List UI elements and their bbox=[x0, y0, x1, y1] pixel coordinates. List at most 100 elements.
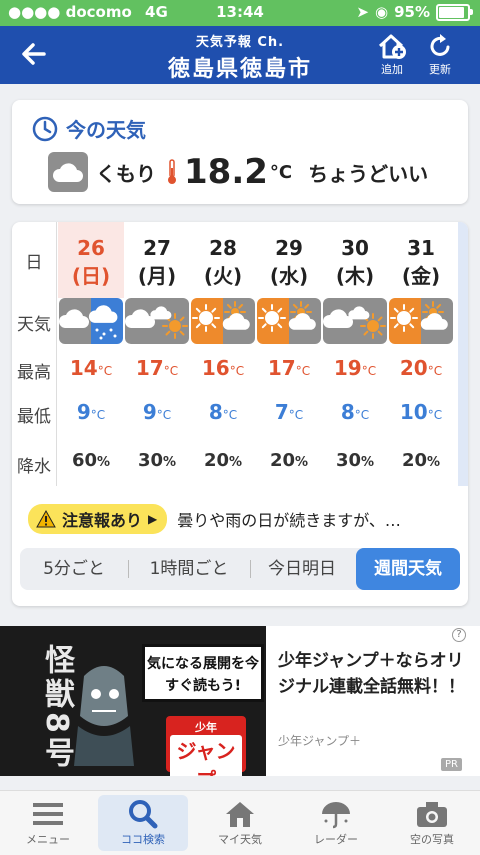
nav-my-weather-label: マイ天気 bbox=[218, 833, 262, 846]
monster-illustration bbox=[74, 666, 134, 766]
rain-unit: % bbox=[97, 455, 111, 470]
temp-unit: °C bbox=[427, 408, 443, 422]
low-temp: 8°C bbox=[322, 400, 388, 424]
day-header: 26 (日) bbox=[58, 222, 124, 298]
current-weather-card[interactable]: 今の天気 くもり 18.2 °C ちょうどいい bbox=[12, 100, 468, 204]
row-label-high: 最高 bbox=[17, 363, 51, 383]
low-temp-value: 7 bbox=[274, 400, 289, 424]
cloudy-sunny-icon bbox=[323, 298, 387, 344]
day-header: 30 (木) bbox=[322, 222, 388, 298]
nav-my-weather[interactable]: マイ天気 bbox=[192, 791, 288, 855]
home-icon bbox=[226, 802, 254, 827]
alert-row[interactable]: 注意報あり ▶ 曇りや雨の日が続きますが、… bbox=[28, 504, 401, 534]
day-weekday: (月) bbox=[137, 264, 177, 288]
high-temp-value: 20 bbox=[399, 356, 428, 380]
current-weather-row: くもり 18.2 °C ちょうどいい bbox=[48, 152, 428, 192]
temp-unit: °C bbox=[361, 364, 377, 378]
current-condition: くもり bbox=[96, 161, 156, 186]
day-header: 28 (火) bbox=[190, 222, 256, 298]
rain-chance-value: 20 bbox=[203, 450, 230, 471]
nav-search[interactable]: ココ検索 bbox=[98, 795, 188, 851]
nav-sky-photos-label: 空の写真 bbox=[410, 833, 454, 846]
home-add-icon bbox=[378, 34, 406, 59]
refresh-button[interactable]: 更新 bbox=[420, 32, 460, 77]
app-header: 天気予報 Ch. 徳島県徳島市 追加 更新 bbox=[0, 26, 480, 84]
day-date: 31 bbox=[407, 236, 435, 260]
pr-badge: PR bbox=[441, 758, 462, 771]
ad-text: 少年ジャンプ＋ならオリジナル連載全話無料！！ bbox=[278, 651, 465, 697]
row-label-low: 最低 bbox=[17, 407, 51, 427]
add-label: 追加 bbox=[381, 63, 403, 76]
tab-divider bbox=[128, 560, 129, 578]
temp-unit: °C bbox=[295, 364, 311, 378]
forecast-day-column[interactable]: 28 (火) 16°C 8 °C 20% bbox=[190, 222, 256, 486]
high-temp-value: 17 bbox=[135, 356, 164, 380]
sunny-cloudy-icon bbox=[389, 298, 453, 344]
day-date: 26 bbox=[77, 236, 105, 260]
rain-chance: 20% bbox=[256, 450, 322, 471]
low-temp: 7°C bbox=[256, 400, 322, 424]
rain-chance: 60% bbox=[58, 450, 124, 471]
tab-today-tomorrow[interactable]: 今日明日 bbox=[252, 548, 352, 590]
day-header: 27 (月) bbox=[124, 222, 190, 298]
high-temp-value: 17 bbox=[267, 356, 296, 380]
row-label-day: 日 bbox=[25, 253, 43, 273]
forecast-day-column[interactable]: 26 (日) 14°C 9°C 60% bbox=[58, 222, 124, 486]
nav-sky-photos[interactable]: 空の写真 bbox=[384, 791, 480, 855]
row-label-weather: 天気 bbox=[17, 315, 51, 335]
cloudy-icon bbox=[48, 152, 88, 192]
add-button[interactable]: 追加 bbox=[372, 32, 412, 77]
temp-unit: °C bbox=[427, 364, 443, 378]
logo-small-text: 少年 bbox=[195, 721, 217, 734]
day-weekday: (日) bbox=[71, 264, 111, 288]
refresh-icon bbox=[430, 34, 450, 56]
alert-badge[interactable]: 注意報あり ▶ bbox=[28, 504, 168, 534]
tab-hourly[interactable]: 1時間ごと bbox=[130, 548, 248, 590]
jump-plus-logo: 少年 ジャンプ bbox=[166, 716, 246, 776]
high-temp-value: 14 bbox=[69, 356, 98, 380]
low-temp-value: 8 bbox=[208, 400, 223, 424]
forecast-grid: 日 天気 最高 最低 降水 26 (日) 14°C 9°C 60% 27 (月) bbox=[12, 222, 468, 486]
forecast-tabs: 5分ごと 1時間ごと 今日明日 週間天気 bbox=[20, 548, 460, 590]
tab-5min[interactable]: 5分ごと bbox=[20, 548, 128, 590]
low-temp-value: 8 bbox=[340, 400, 355, 424]
cloudy-sunny-icon bbox=[125, 298, 189, 344]
high-temp: 16°C bbox=[190, 356, 256, 380]
advertisement-banner[interactable]: 怪獣8号 気になる展開を今すぐ読もう! 少年 ジャンプ 少年ジャンプ＋ならオリジ… bbox=[0, 626, 480, 776]
ad-info-icon[interactable]: ? bbox=[452, 628, 466, 642]
ad-manga-title: 怪獣8号 bbox=[39, 644, 74, 771]
temp-unit: °C bbox=[229, 364, 245, 378]
temp-unit: °C bbox=[288, 408, 304, 422]
high-temp-value: 19 bbox=[333, 356, 362, 380]
forecast-day-column[interactable]: 30 (木) 19°C 8°C 30% bbox=[322, 222, 388, 486]
current-weather-title: 今の天気 bbox=[32, 114, 146, 143]
bottom-navigation: メニュー ココ検索 マイ天気 レーダー 空の写真 bbox=[0, 790, 480, 855]
temp-unit: °C bbox=[163, 364, 179, 378]
low-temp-value: 10 bbox=[399, 400, 428, 424]
temp-unit: °C bbox=[156, 408, 172, 422]
tab-weekly[interactable]: 週間天気 bbox=[356, 548, 460, 590]
location-icon: ➤ bbox=[356, 3, 369, 21]
ad-source: 少年ジャンプ＋ bbox=[278, 734, 362, 748]
alert-text: 曇りや雨の日が続きますが、… bbox=[177, 511, 401, 530]
ad-image[interactable]: 怪獣8号 気になる展開を今すぐ読もう! 少年 ジャンプ bbox=[0, 626, 266, 776]
nav-menu[interactable]: メニュー bbox=[0, 791, 96, 855]
chevron-right-icon: ▶ bbox=[148, 512, 158, 526]
ad-hook: 気になる展開を今すぐ読もう! bbox=[142, 644, 264, 702]
high-temp: 17°C bbox=[256, 356, 322, 380]
sunny-cloudy-icon bbox=[191, 298, 255, 344]
forecast-day-column[interactable]: 29 (水) 17°C 7°C 20% bbox=[256, 222, 322, 486]
status-right: ➤ ◉ 95% bbox=[356, 3, 473, 21]
rain-chance: 30% bbox=[322, 450, 388, 471]
current-temperature: 18.2 bbox=[184, 152, 268, 192]
forecast-day-column[interactable]: 31 (金) 20°C 10°C 20% bbox=[388, 222, 454, 486]
menu-icon bbox=[33, 803, 63, 825]
day-weekday: (火) bbox=[203, 264, 243, 288]
day-date: 28 bbox=[209, 236, 237, 260]
forecast-day-column[interactable]: 27 (月) 17°C 9°C 30% bbox=[124, 222, 190, 486]
nav-radar[interactable]: レーダー bbox=[288, 791, 384, 855]
temp-unit: °C bbox=[354, 408, 370, 422]
alert-badge-label: 注意報あり bbox=[62, 511, 143, 530]
high-temp: 19°C bbox=[322, 356, 388, 380]
rain-unit: % bbox=[229, 455, 243, 470]
